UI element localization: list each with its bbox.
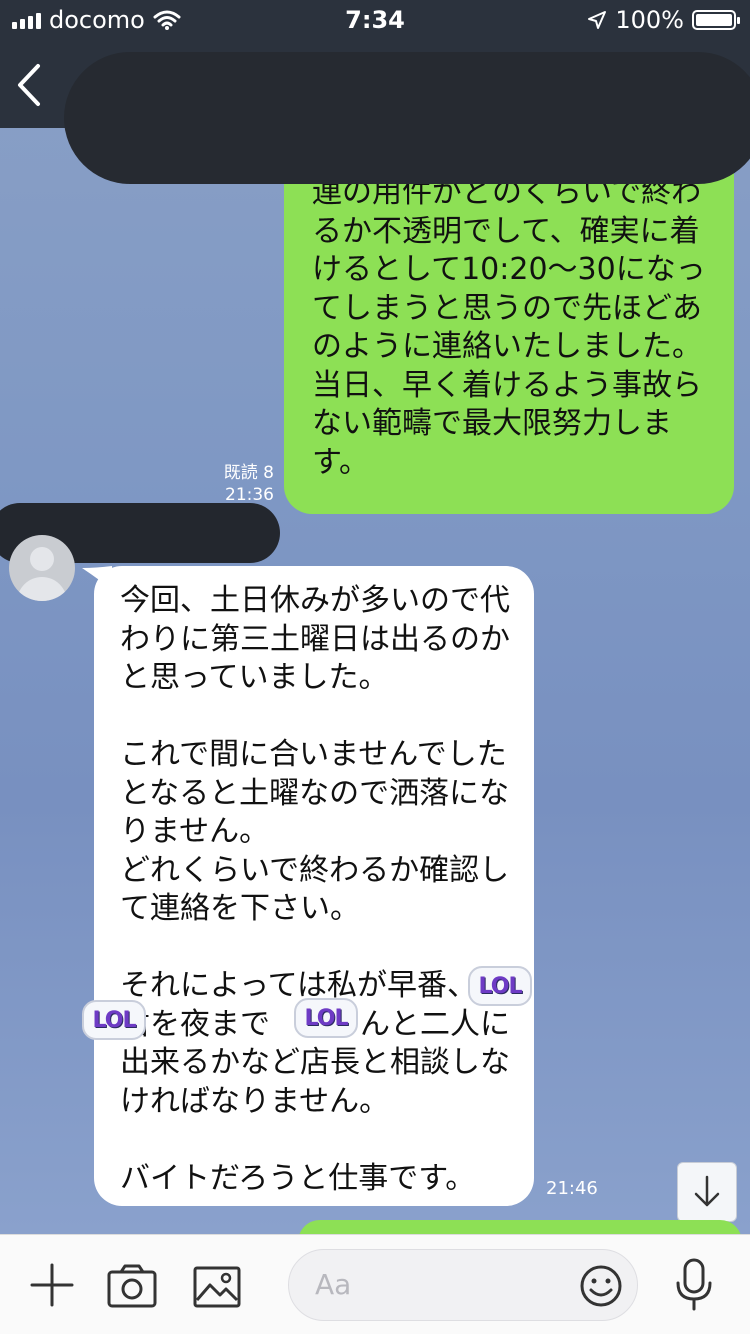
message-input[interactable]: Aa: [288, 1249, 638, 1321]
redacted-chat-title: [64, 52, 750, 184]
scroll-to-bottom-button[interactable]: [677, 1162, 737, 1222]
incoming-message-time: 21:46: [546, 1178, 598, 1199]
lol-sticker: LOL: [294, 998, 358, 1038]
arrow-down-icon: [694, 1175, 720, 1207]
camera-icon[interactable]: [106, 1263, 158, 1309]
outgoing-message-bubble[interactable]: 連の用件がどのくらいで終わるか不透明でして、確実に着けるとして10:20〜30に…: [284, 128, 734, 514]
message-input-bar: Aa: [0, 1234, 750, 1334]
battery-icon: [692, 10, 740, 30]
lol-sticker: LOL: [468, 966, 532, 1006]
location-icon: [588, 11, 607, 29]
lol-sticker: LOL: [82, 1000, 146, 1040]
microphone-icon[interactable]: [672, 1257, 716, 1313]
status-bar: docomo 7:34 100%: [0, 0, 750, 40]
plus-icon[interactable]: [28, 1261, 76, 1309]
back-button[interactable]: [12, 60, 52, 110]
message-input-placeholder: Aa: [315, 1268, 352, 1301]
battery-percent: 100%: [615, 6, 684, 34]
emoji-icon[interactable]: [579, 1264, 623, 1308]
incoming-message-bubble[interactable]: 今回、土日休みが多いので代わりに第三土曜日は出るのかと思っていました。 これで間…: [94, 566, 534, 1206]
read-receipt: 既読 8: [223, 463, 274, 483]
sender-avatar[interactable]: [9, 535, 75, 601]
outgoing-message-meta: 既読 8 21:36: [212, 462, 274, 506]
image-icon[interactable]: [192, 1265, 242, 1309]
status-right: 100%: [587, 6, 740, 34]
